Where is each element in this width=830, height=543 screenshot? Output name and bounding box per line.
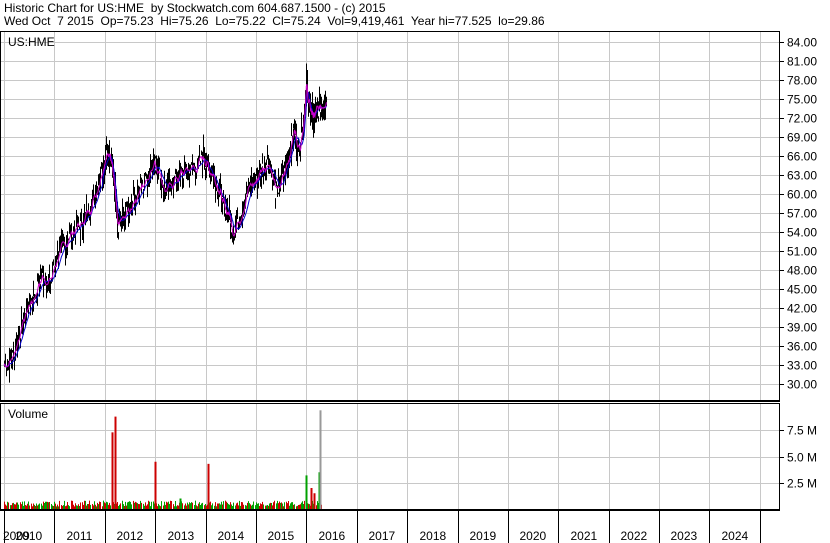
price-tick-label: 75.00 <box>787 93 817 107</box>
volume-grid <box>0 404 780 509</box>
year-tick-label: 2013 <box>168 529 195 543</box>
price-tick-label: 63.00 <box>787 169 817 183</box>
year-tick-label: 2012 <box>117 529 144 543</box>
price-tick-label: 69.00 <box>787 131 817 145</box>
year-tick-label: 2017 <box>369 529 396 543</box>
year-tick-label: 2019 <box>470 529 497 543</box>
year-tick-label: 2010 <box>16 529 43 543</box>
year-tick-label: 2015 <box>268 529 295 543</box>
volume-panel-label: Volume <box>8 407 48 421</box>
volume-panel-frame <box>0 403 780 510</box>
price-panel-label: US:HME <box>8 35 55 49</box>
price-tick-label: 66.00 <box>787 150 817 164</box>
moving-average-short <box>3 84 327 368</box>
volume-bars <box>4 410 322 509</box>
price-tick-label: 36.00 <box>787 340 817 354</box>
year-tick-label: 2020 <box>520 529 547 543</box>
price-axis-ticks: 30.00 33.00 36.00 39.00 42.00 45.00 48.00 51.00… <box>780 36 817 392</box>
price-tick-label: 81.00 <box>787 55 817 69</box>
price-tick-label: 54.00 <box>787 226 817 240</box>
volume-tick-label: 7.5 M <box>787 424 817 438</box>
year-tick-label: 2018 <box>420 529 447 543</box>
price-tick-label: 72.00 <box>787 112 817 126</box>
year-tick-label: 2021 <box>571 529 598 543</box>
price-tick-label: 42.00 <box>787 302 817 316</box>
year-tick-label: 2022 <box>621 529 648 543</box>
year-axis-ticks: 20092010 2011 2012 2013 2014 2015 2016 2017 2018… <box>3 510 761 543</box>
price-tick-label: 84.00 <box>787 36 817 50</box>
price-tick-label: 51.00 <box>787 245 817 259</box>
price-tick-label: 60.00 <box>787 188 817 202</box>
moving-average-long <box>3 91 327 368</box>
price-tick-label: 57.00 <box>787 207 817 221</box>
volume-tick-label: 5.0 M <box>787 451 817 465</box>
year-tick-label: 2024 <box>722 529 749 543</box>
price-tick-label: 39.00 <box>787 321 817 335</box>
price-tick-label: 45.00 <box>787 283 817 297</box>
year-tick-label: 2011 <box>67 529 93 543</box>
volume-tick-label: 2.5 M <box>787 477 817 491</box>
year-tick-label: 2016 <box>319 529 346 543</box>
price-tick-label: 48.00 <box>787 264 817 278</box>
year-tick-label: 2014 <box>218 529 245 543</box>
stock-chart: 30.00 33.00 36.00 39.00 42.00 45.00 48.00 51.00… <box>0 31 817 543</box>
price-tick-label: 30.00 <box>787 378 817 392</box>
price-tick-label: 33.00 <box>787 359 817 373</box>
volume-axis-ticks: 2.5 M 5.0 M 7.5 M <box>780 424 817 491</box>
price-tick-label: 78.00 <box>787 74 817 88</box>
price-bars <box>4 63 327 383</box>
year-tick-label: 2023 <box>671 529 698 543</box>
